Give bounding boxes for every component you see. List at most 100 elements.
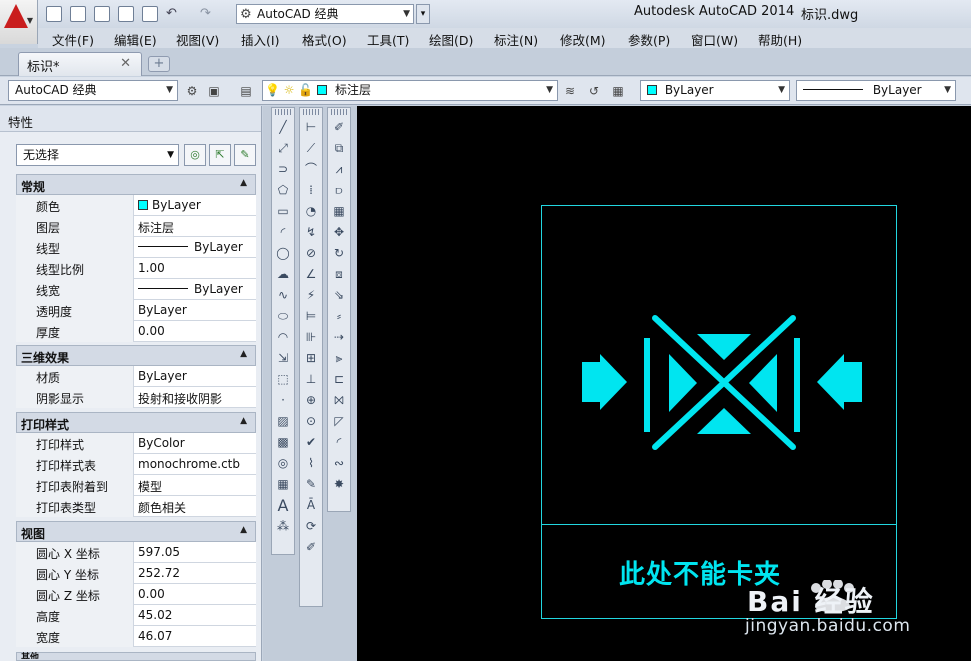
property-row[interactable]: 透明度 ByLayer (16, 300, 256, 321)
save-icon[interactable] (94, 6, 110, 22)
property-row[interactable]: 打印表类型 颜色相关 (16, 496, 256, 517)
property-row[interactable]: 打印样式表 monochrome.ctb (16, 454, 256, 475)
copy-icon[interactable]: ⧉ (328, 138, 350, 159)
circle-icon[interactable]: ◯ (272, 243, 294, 264)
workspace-select[interactable]: AutoCAD 经典 ▼ (8, 80, 178, 101)
join-icon[interactable]: ⨝ (328, 390, 350, 411)
explode-icon[interactable]: ✸ (328, 474, 350, 495)
layer-manager-icon[interactable]: ▤ (238, 83, 254, 99)
move-icon[interactable]: ✥ (328, 222, 350, 243)
gradient-icon[interactable]: ▩ (272, 432, 294, 453)
add-selected-icon[interactable]: ⁂ (272, 516, 294, 537)
property-row[interactable]: 打印样式 ByColor (16, 433, 256, 454)
make-current-layer-icon[interactable]: ≋ (562, 83, 578, 99)
quick-dimension-icon[interactable]: ⚡ (300, 285, 322, 306)
radius-dimension-icon[interactable]: ◔ (300, 201, 322, 222)
menu-help[interactable]: 帮助(H) (758, 30, 802, 49)
diameter-dimension-icon[interactable]: ⊘ (300, 243, 322, 264)
property-row[interactable]: 圆心 X 坐标 597.05 (16, 542, 256, 563)
property-row[interactable]: 圆心 Z 坐标 0.00 (16, 584, 256, 605)
jogged-linear-icon[interactable]: ⌇ (300, 453, 322, 474)
category-general[interactable]: 常规 ▲ (16, 174, 256, 195)
category-other[interactable]: 其他 (16, 652, 256, 661)
array-icon[interactable]: ▦ (328, 201, 350, 222)
property-row[interactable]: 厚度 0.00 (16, 321, 256, 342)
menu-draw[interactable]: 绘图(D) (429, 30, 473, 49)
selection-dropdown[interactable]: 无选择 ▼ (16, 144, 179, 166)
save-workspace-icon[interactable]: ▣ (206, 83, 222, 99)
chamfer-icon[interactable]: ◸ (328, 411, 350, 432)
jogged-dimension-icon[interactable]: ↯ (300, 222, 322, 243)
polyline-icon[interactable]: ⊃ (272, 159, 294, 180)
blend-curves-icon[interactable]: ∾ (328, 453, 350, 474)
center-mark-icon[interactable]: ⊙ (300, 411, 322, 432)
toolbar-grip[interactable] (275, 109, 291, 115)
make-block-icon[interactable]: ⬚ (272, 369, 294, 390)
point-icon[interactable]: · (272, 390, 294, 411)
menu-parametric[interactable]: 参数(P) (628, 30, 670, 49)
region-icon[interactable]: ◎ (272, 453, 294, 474)
rotate-icon[interactable]: ↻ (328, 243, 350, 264)
property-row[interactable]: 高度 45.02 (16, 605, 256, 626)
menu-window[interactable]: 窗口(W) (691, 30, 738, 49)
property-row[interactable]: 材质 ByLayer (16, 366, 256, 387)
print-icon[interactable] (142, 6, 158, 22)
select-objects-button[interactable]: ⇱ (209, 144, 231, 166)
dimension-update-icon[interactable]: ⟳ (300, 516, 322, 537)
menu-format[interactable]: 格式(O) (302, 30, 347, 49)
polygon-icon[interactable]: ⬠ (272, 180, 294, 201)
baseline-dimension-icon[interactable]: ⊨ (300, 306, 322, 327)
angular-dimension-icon[interactable]: ∠ (300, 264, 322, 285)
ellipse-arc-icon[interactable]: ◠ (272, 327, 294, 348)
quick-select-button[interactable]: ✎ (234, 144, 256, 166)
new-file-icon[interactable] (46, 6, 62, 22)
erase-icon[interactable]: ✐ (328, 117, 350, 138)
mirror-icon[interactable]: ⩘ (328, 159, 350, 180)
layer-select[interactable]: 💡 ☼ 🔓 标注层 ▼ (262, 80, 558, 101)
workspace-dropdown[interactable]: ⚙ AutoCAD 经典 ▼ (236, 4, 414, 24)
menu-dimension[interactable]: 标注(N) (494, 30, 538, 49)
arc-length-icon[interactable]: ⌒ (300, 159, 322, 180)
layer-previous-icon[interactable]: ↺ (586, 83, 602, 99)
menu-edit[interactable]: 编辑(E) (114, 30, 157, 49)
property-row[interactable]: 打印表附着到 模型 (16, 475, 256, 496)
new-tab-button[interactable]: + (148, 56, 170, 72)
toolbar-grip[interactable] (303, 109, 319, 115)
close-icon[interactable]: ✕ (120, 56, 131, 71)
construction-line-icon[interactable]: ⤢ (272, 138, 294, 159)
revision-cloud-icon[interactable]: ☁ (272, 264, 294, 285)
open-file-icon[interactable] (70, 6, 86, 22)
continue-dimension-icon[interactable]: ⊪ (300, 327, 322, 348)
property-row[interactable]: 阴影显示 投射和接收阴影 (16, 387, 256, 408)
category-view[interactable]: 视图 ▲ (16, 521, 256, 542)
rectangle-icon[interactable]: ▭ (272, 201, 294, 222)
tab-document[interactable]: 标识* ✕ (18, 52, 142, 76)
layer-state-icon[interactable]: ▦ (610, 83, 626, 99)
insert-block-icon[interactable]: ⇲ (272, 348, 294, 369)
category-plot-style[interactable]: 打印样式 ▲ (16, 412, 256, 433)
offset-icon[interactable]: ⫐ (328, 180, 350, 201)
linetype-select[interactable]: ByLayer ▼ (796, 80, 956, 101)
inspection-icon[interactable]: ✔ (300, 432, 322, 453)
menu-tools[interactable]: 工具(T) (367, 30, 409, 49)
dimension-text-edit-icon[interactable]: Ā (300, 495, 322, 516)
ellipse-icon[interactable]: ⬭ (272, 306, 294, 327)
dimension-space-icon[interactable]: ⊞ (300, 348, 322, 369)
aligned-dimension-icon[interactable]: ⟋ (300, 138, 322, 159)
hatch-icon[interactable]: ▨ (272, 411, 294, 432)
redo-icon[interactable]: ↷ (200, 6, 216, 22)
ordinate-dimension-icon[interactable]: ⁞ (300, 180, 322, 201)
property-row[interactable]: 宽度 46.07 (16, 626, 256, 647)
property-row[interactable]: 线型比例 1.00 (16, 258, 256, 279)
break-at-point-icon[interactable]: ⫸ (328, 348, 350, 369)
toolbar-grip[interactable] (331, 109, 347, 115)
menu-file[interactable]: 文件(F) (52, 30, 94, 49)
property-row[interactable]: 颜色 ByLayer (16, 195, 256, 216)
property-row[interactable]: 图层 标注层 (16, 216, 256, 237)
menu-view[interactable]: 视图(V) (176, 30, 219, 49)
dimension-break-icon[interactable]: ⊥ (300, 369, 322, 390)
break-icon[interactable]: ⊏ (328, 369, 350, 390)
stretch-icon[interactable]: ⇘ (328, 285, 350, 306)
fillet-icon[interactable]: ◜ (328, 432, 350, 453)
scale-icon[interactable]: ⧈ (328, 264, 350, 285)
